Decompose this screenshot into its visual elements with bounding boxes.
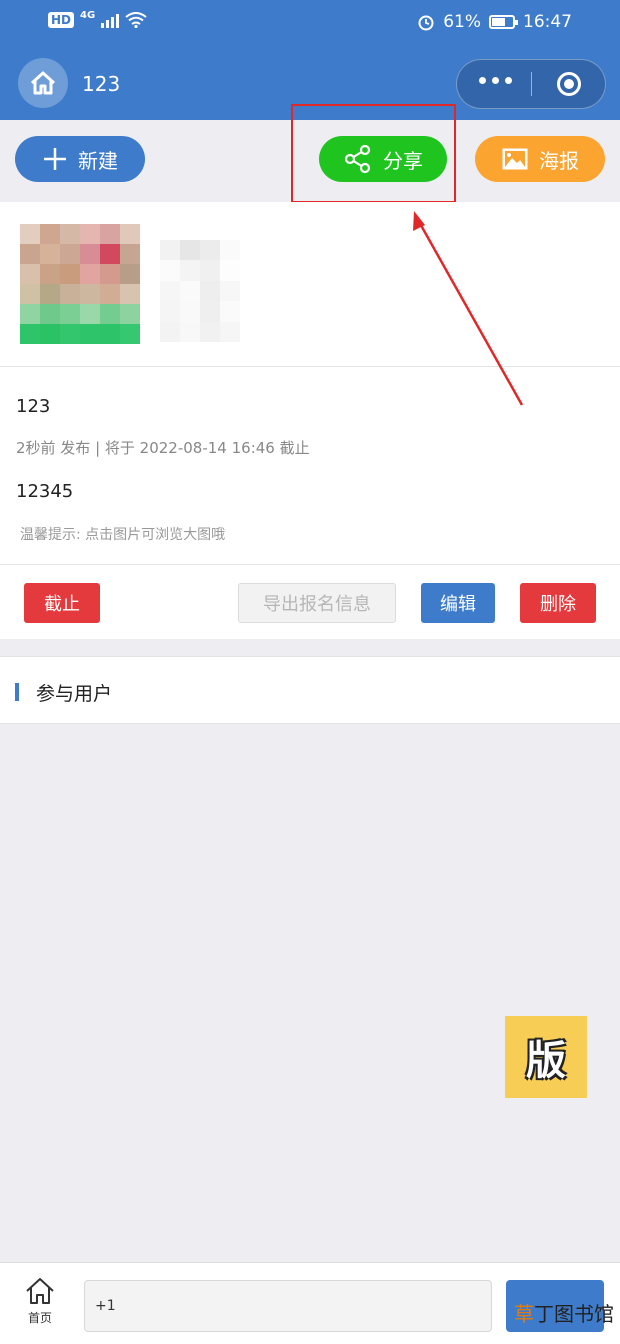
- highlight-box: [291, 104, 456, 203]
- watermark-rest: 丁图书馆: [534, 1302, 614, 1326]
- post-image-2[interactable]: [160, 240, 240, 342]
- participants-title: 参与用户: [36, 683, 113, 705]
- divider: [0, 366, 620, 367]
- section-accent-bar: [15, 683, 19, 701]
- page-title: 123: [82, 72, 121, 96]
- plus-icon: [44, 148, 66, 170]
- mini-program-capsule: [456, 59, 606, 109]
- signal-icon: [101, 12, 120, 28]
- status-left: HD 4G: [48, 9, 147, 28]
- home-button[interactable]: [18, 58, 68, 108]
- battery-percent: 61%: [443, 12, 481, 32]
- comment-input[interactable]: [84, 1280, 492, 1332]
- network-label: 4G: [80, 9, 96, 21]
- post-title: 123: [16, 396, 51, 417]
- image-icon: [502, 148, 528, 170]
- capsule-divider: [531, 72, 532, 96]
- more-icon[interactable]: [479, 77, 512, 84]
- poster-button[interactable]: 海报: [475, 136, 605, 182]
- new-label: 新建: [78, 148, 118, 173]
- close-program-icon[interactable]: [557, 72, 581, 96]
- post-image[interactable]: [20, 224, 140, 344]
- participants-section: 参与用户: [0, 656, 620, 724]
- post-description: 12345: [16, 481, 74, 502]
- new-button[interactable]: 新建: [15, 136, 145, 182]
- post-card: 123 2秒前 发布 | 将于 2022-08-14 16:46 截止 1234…: [0, 202, 620, 564]
- floating-badge[interactable]: 版: [505, 1016, 587, 1098]
- image-tip: 温馨提示: 点击图片可浏览大图哦: [20, 527, 226, 543]
- bottom-home-button[interactable]: 首页: [18, 1277, 62, 1326]
- post-action-row: 截止 导出报名信息 编辑 删除: [0, 564, 620, 639]
- home-label: 首页: [27, 1311, 52, 1325]
- stop-button[interactable]: 截止: [24, 583, 100, 623]
- poster-label: 海报: [539, 148, 579, 173]
- export-signup-button[interactable]: 导出报名信息: [238, 583, 396, 623]
- watermark: 草丁图书馆: [514, 1298, 614, 1327]
- delete-button[interactable]: 删除: [520, 583, 596, 623]
- post-meta: 2秒前 发布 | 将于 2022-08-14 16:46 截止: [16, 439, 310, 457]
- battery-icon: [489, 15, 518, 29]
- status-bar: HD 4G 61% 16:47: [0, 0, 620, 46]
- alarm-icon: [418, 15, 434, 31]
- status-right: 61% 16:47: [417, 12, 572, 32]
- hd-badge: HD: [48, 12, 75, 28]
- home-icon: [30, 71, 56, 95]
- watermark-accent: 草: [514, 1302, 534, 1326]
- clock: 16:47: [523, 12, 572, 32]
- home-outline-icon: [26, 1278, 54, 1304]
- edit-button[interactable]: 编辑: [421, 583, 495, 623]
- wifi-icon: [125, 12, 147, 28]
